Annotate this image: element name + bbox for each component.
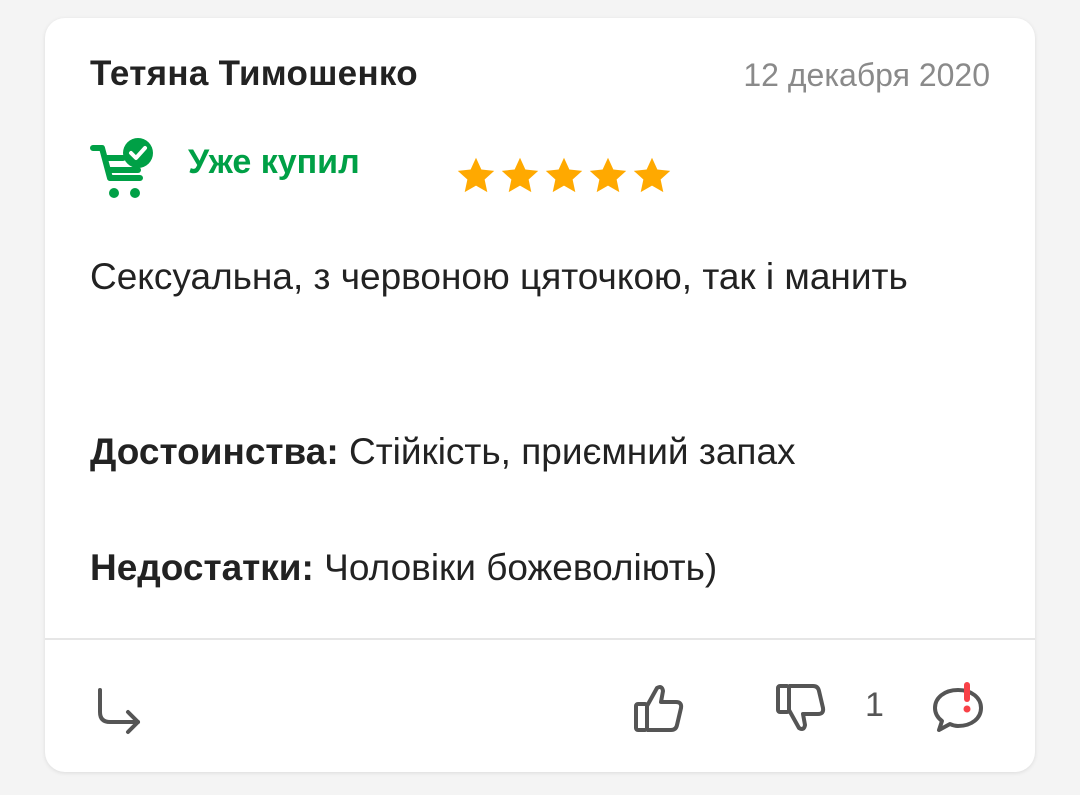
star-icon: [457, 157, 495, 193]
star-icon: [545, 157, 583, 193]
cart-check-icon: [90, 138, 153, 198]
review-author: Тетяна Тимошенко: [90, 54, 418, 93]
review-card: Тетяна Тимошенко 12 декабря 2020 Уже куп…: [45, 18, 1035, 772]
star-icon: [633, 157, 671, 193]
review-comment: Сексуальна, з червоною цяточкою, так і м…: [90, 256, 908, 297]
complain-icon[interactable]: [930, 680, 986, 736]
footer-divider: [45, 638, 1035, 640]
disadvantages-label: Недостатки:: [90, 547, 314, 588]
dislike-count: 1: [865, 686, 884, 724]
reply-arrow-icon[interactable]: [90, 682, 146, 738]
review-date: 12 декабря 2020: [743, 57, 990, 93]
purchased-badge: Уже купил: [188, 143, 360, 181]
disadvantages-text: Чоловіки божеволіють): [324, 547, 718, 588]
star-icon: [589, 157, 627, 193]
thumbs-down-icon[interactable]: [773, 680, 829, 736]
review-disadvantages: Недостатки: Чоловіки божеволіють): [90, 540, 970, 596]
rating-stars: [453, 153, 673, 199]
star-icon: [501, 157, 539, 193]
review-advantages: Достоинства: Стійкість, приємний запах: [90, 424, 970, 480]
advantages-text: Стійкість, приємний запах: [348, 431, 796, 472]
advantages-label: Достоинства:: [90, 431, 339, 472]
thumbs-up-icon[interactable]: [631, 680, 687, 736]
